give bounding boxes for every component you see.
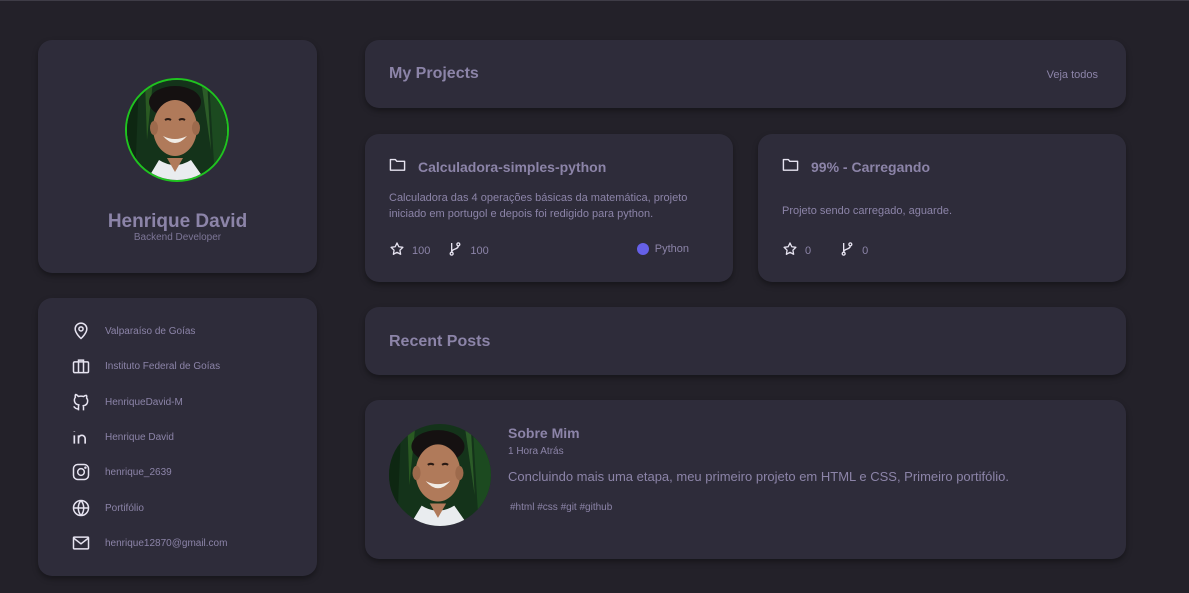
mail-icon — [70, 532, 92, 554]
post-avatar — [389, 424, 491, 526]
contact-instagram[interactable]: henrique_2639 — [70, 461, 172, 483]
language-dot — [636, 243, 649, 255]
project-card[interactable]: Calculadora-simples-python Calculadora d… — [365, 134, 733, 282]
briefcase-icon — [70, 355, 92, 377]
profile-card: Henrique David Backend Developer — [38, 40, 317, 273]
contact-label: henrique12870@gmail.com — [105, 537, 228, 549]
contact-location: Valparaíso de Goías — [70, 320, 195, 342]
stars-stat: 0 — [782, 241, 811, 260]
projects-header: My Projects Veja todos — [365, 40, 1126, 108]
project-stats: 100 100 — [389, 241, 489, 260]
contact-portfolio[interactable]: Portifólio — [70, 497, 144, 519]
stars-count: 0 — [805, 244, 812, 257]
forks-stat: 0 — [839, 241, 868, 260]
contact-label: Valparaíso de Goías — [105, 325, 196, 337]
contact-institution: Instituto Federal de Goías — [70, 355, 220, 377]
instagram-icon — [70, 461, 92, 483]
stars-stat: 100 — [389, 241, 430, 260]
project-stats: 0 0 — [782, 241, 868, 260]
project-title[interactable]: 99% - Carregando — [811, 159, 930, 175]
project-description: Calculadora das 4 operações básicas da m… — [389, 192, 688, 220]
forks-count: 100 — [470, 244, 489, 257]
language-label: Python — [654, 243, 689, 255]
post-card[interactable]: Sobre Mim 1 Hora Atrás Concluindo mais u… — [365, 400, 1126, 559]
contact-github[interactable]: HenriqueDavid-M — [70, 391, 183, 413]
projects-title: My Projects — [389, 65, 479, 82]
contact-card: Valparaíso de Goías Instituto Federal de… — [38, 298, 317, 576]
project-header: Calculadora-simples-python — [389, 157, 606, 177]
profile-name: Henrique David — [107, 211, 248, 232]
github-icon — [70, 391, 92, 413]
contact-label: Instituto Federal de Goías — [105, 360, 221, 372]
project-description: Projeto sendo carregado, aguarde. — [782, 205, 953, 217]
git-branch-icon — [839, 241, 855, 260]
contact-linkedin[interactable]: Henrique David — [70, 426, 174, 448]
post-text: Concluindo mais uma etapa, meu primeiro … — [508, 469, 1009, 484]
project-language: Python — [636, 243, 689, 255]
profile-role: Backend Developer — [133, 232, 222, 243]
globe-icon — [70, 497, 92, 519]
git-branch-icon — [447, 241, 463, 260]
folder-icon — [782, 157, 799, 177]
project-header: 99% - Carregando — [782, 157, 930, 177]
posts-header: Recent Posts — [365, 307, 1126, 375]
post-tags: #html #css #git #github — [510, 502, 613, 513]
contact-label: Henrique David — [105, 431, 174, 443]
folder-icon — [389, 157, 406, 177]
location-pin-icon — [70, 320, 92, 342]
see-all-link[interactable]: Veja todos — [1047, 69, 1098, 81]
contact-label: HenriqueDavid-M — [105, 396, 183, 408]
posts-title: Recent Posts — [389, 333, 491, 350]
stars-count: 100 — [412, 244, 431, 257]
forks-count: 0 — [862, 244, 869, 257]
contact-email[interactable]: henrique12870@gmail.com — [70, 532, 227, 554]
contact-label: Portifólio — [105, 502, 144, 514]
contact-label: henrique_2639 — [105, 466, 172, 478]
profile-avatar — [125, 78, 229, 182]
star-icon — [782, 241, 798, 260]
project-title[interactable]: Calculadora-simples-python — [418, 159, 606, 175]
linkedin-icon — [70, 426, 92, 448]
forks-stat: 100 — [447, 241, 489, 260]
star-icon — [389, 241, 405, 260]
project-card[interactable]: 99% - Carregando Projeto sendo carregado… — [758, 134, 1126, 282]
post-time: 1 Hora Atrás — [508, 446, 564, 457]
post-title[interactable]: Sobre Mim — [508, 425, 580, 441]
